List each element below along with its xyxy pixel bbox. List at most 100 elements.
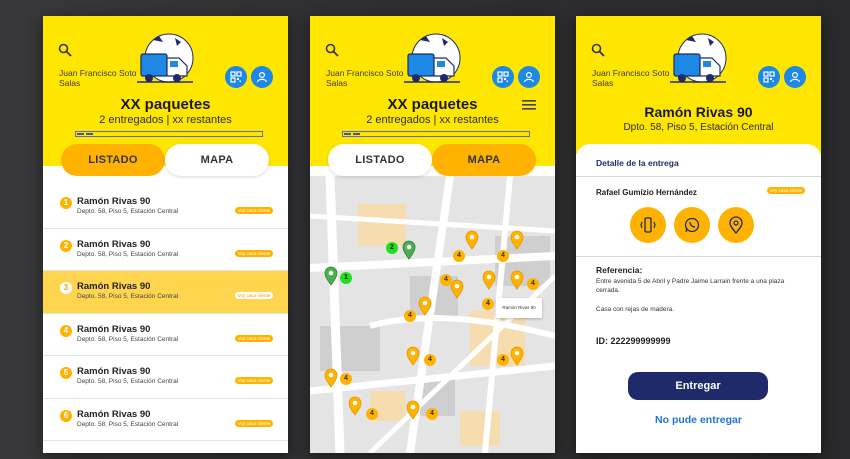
qr-code-icon: [763, 71, 775, 83]
list-item[interactable]: 4 Ramón Rivas 90 Depto. 58, Piso 5, Esta…: [43, 313, 288, 356]
item-address: Depto. 58, Piso 5, Estación Central: [77, 208, 179, 215]
divider: [576, 256, 821, 257]
profile-button[interactable]: [784, 66, 806, 88]
tab-listado[interactable]: LISTADO: [328, 144, 432, 176]
qr-code-button[interactable]: [225, 66, 247, 88]
status-tag: Voy casa cliente: [235, 419, 273, 427]
pin-number: 1: [340, 272, 352, 284]
item-address: Depto. 58, Piso 5, Estación Central: [77, 420, 179, 428]
map-pin-icon[interactable]: [510, 346, 524, 366]
map-pin-icon[interactable]: [324, 368, 338, 388]
status-tag: Voy casa cliente: [235, 292, 273, 299]
item-address: Depto. 58, Piso 5, Estación Central: [77, 250, 179, 258]
pin-number: 4: [404, 310, 416, 322]
list-item[interactable]: 2 Ramón Rivas 90 Depto. 58, Piso 5, Esta…: [43, 228, 288, 271]
item-title: Ramón Rivas 90: [77, 196, 151, 207]
truck-icon: [670, 33, 727, 83]
could-not-deliver-link[interactable]: No pude entregar: [576, 414, 821, 426]
qr-code-button[interactable]: [492, 66, 514, 88]
qr-code-icon: [497, 71, 509, 83]
map-address-label[interactable]: Ramón Rivas 90: [496, 298, 542, 318]
tab-mapa[interactable]: MAPA: [165, 144, 269, 176]
divider: [576, 176, 821, 177]
screen-list: Juan Francisco Soto Salas XX paquetes 2 …: [43, 16, 288, 453]
order-number: 1: [60, 197, 72, 209]
status-tag: Voy casa cliente: [235, 207, 273, 214]
tab-listado[interactable]: LISTADO: [61, 144, 165, 176]
packages-subtitle: 2 entregados | xx restantes: [99, 114, 232, 126]
progress-segment: [86, 133, 93, 135]
status-tag: Voy casa cliente: [235, 249, 273, 257]
pin-number: 4: [527, 278, 539, 290]
search-icon[interactable]: [57, 42, 73, 58]
call-button[interactable]: [630, 207, 666, 243]
deliver-button[interactable]: Entregar: [628, 372, 768, 400]
delivery-list: 1 Ramón Rivas 90 Depto. 58, Piso 5, Esta…: [43, 186, 288, 441]
address-subtitle: Dpto. 58, Piso 5, Estación Central: [623, 122, 774, 133]
qr-code-icon: [230, 71, 242, 83]
progress-segment: [77, 133, 84, 135]
item-title: Ramón Rivas 90: [77, 238, 151, 250]
progress-bar: [75, 131, 263, 137]
tab-mapa[interactable]: MAPA: [432, 144, 536, 176]
pin-number: 4: [482, 298, 494, 310]
packages-title: XX paquetes: [387, 96, 478, 113]
item-title: Ramón Rivas 90: [77, 323, 151, 335]
map-pin-icon[interactable]: [510, 270, 524, 290]
item-title: Ramón Rivas 90: [77, 281, 151, 292]
packages-subtitle: 2 entregados | xx restantes: [366, 114, 499, 126]
status-tag: Voy casa cliente: [767, 187, 805, 194]
search-icon[interactable]: [590, 42, 606, 58]
menu-icon[interactable]: [522, 100, 536, 110]
list-item-selected[interactable]: 3 Ramón Rivas 90 Depto. 58, Piso 5, Esta…: [43, 271, 288, 314]
order-number: 2: [60, 239, 72, 252]
map-pin-icon[interactable]: [406, 400, 420, 420]
pin-number: 4: [424, 354, 436, 366]
user-icon: [523, 71, 535, 83]
map-pin-icon[interactable]: [324, 266, 338, 286]
progress-segment: [353, 133, 360, 135]
map-pin-icon[interactable]: [450, 279, 464, 299]
whatsapp-button[interactable]: [674, 207, 710, 243]
list-item[interactable]: 5 Ramón Rivas 90 Depto. 58, Piso 5, Esta…: [43, 356, 288, 399]
map-pin-icon[interactable]: [465, 230, 479, 250]
map-pin-icon[interactable]: [418, 296, 432, 316]
user-icon: [789, 71, 801, 83]
pin-number: 2: [386, 242, 398, 254]
screen-map: Juan Francisco Soto Salas XX paquetes 2 …: [310, 16, 555, 453]
map-pin-icon[interactable]: [402, 240, 416, 260]
packages-title: XX paquetes: [120, 96, 211, 113]
section-header: Detalle de la entrega: [596, 158, 679, 168]
profile-button[interactable]: [518, 66, 540, 88]
pin-number: 4: [453, 250, 465, 262]
profile-button[interactable]: [251, 66, 273, 88]
progress-bar: [342, 131, 530, 137]
recipient-name: Rafael Gumízio Hernández: [596, 188, 697, 197]
map-pin-icon[interactable]: [510, 230, 524, 250]
order-number: 4: [60, 324, 72, 337]
pin-number: 4: [366, 408, 378, 420]
item-address: Depto. 58, Piso 5, Estación Central: [77, 335, 179, 343]
map-pin-icon[interactable]: [406, 346, 420, 366]
list-item[interactable]: 6 Ramón Rivas 90 Depto. 58, Piso 5, Esta…: [43, 398, 288, 441]
map-pin-icon[interactable]: [482, 270, 496, 290]
location-button[interactable]: [718, 207, 754, 243]
search-icon[interactable]: [324, 42, 340, 58]
order-number: 3: [60, 282, 72, 294]
pin-number: 4: [497, 250, 509, 262]
item-address: Depto. 58, Piso 5, Estación Central: [77, 293, 179, 300]
pin-number: 4: [440, 274, 452, 286]
order-number: 6: [60, 409, 72, 422]
item-address: Depto. 58, Piso 5, Estación Central: [77, 378, 179, 385]
delivery-id: ID: 222299999999: [596, 336, 671, 346]
location-pin-icon: [729, 216, 743, 235]
truck-icon: [404, 33, 461, 83]
qr-code-button[interactable]: [758, 66, 780, 88]
reference-note: Casa con rejas de madera.: [596, 306, 675, 313]
map-pin-icon[interactable]: [348, 396, 362, 416]
list-item[interactable]: 1 Ramón Rivas 90 Depto. 58, Piso 5, Esta…: [43, 186, 288, 229]
item-title: Ramón Rivas 90: [77, 366, 151, 377]
screen-detail: Juan Francisco Soto Salas Ramón Rivas 90…: [576, 16, 821, 453]
pin-number: 4: [340, 373, 352, 385]
progress-segment: [344, 133, 351, 135]
